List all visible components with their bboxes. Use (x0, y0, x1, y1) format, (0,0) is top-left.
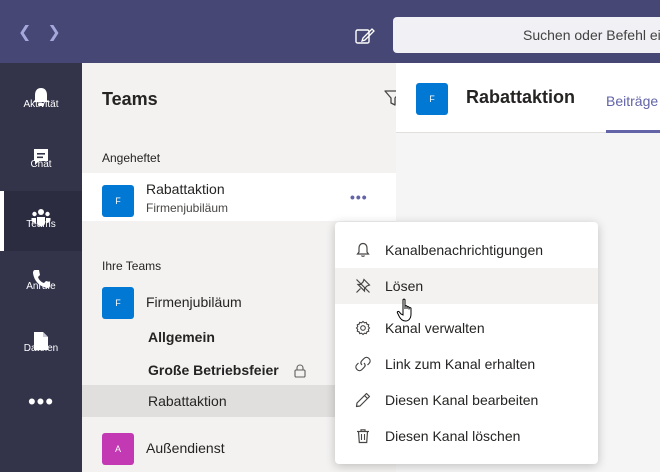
app-rail: Aktivität Chat Teams Anrufe Dateien ••• (0, 63, 82, 472)
your-teams-section-label: Ihre Teams (102, 259, 162, 273)
trash-icon (357, 429, 369, 444)
channel-title: Rabattaktion (466, 87, 576, 107)
rail-item-files[interactable]: Dateien (0, 315, 82, 375)
chat-icon (0, 131, 82, 165)
rail-item-label: Chat (30, 159, 52, 170)
menu-item-edit-channel[interactable]: Diesen Kanal bearbeiten (335, 382, 598, 418)
channel-name: Rabattaktion (148, 393, 227, 409)
gear-icon (355, 320, 371, 336)
panel-title: Teams (102, 89, 158, 109)
rail-item-teams[interactable]: Teams (0, 191, 82, 251)
teams-icon (0, 191, 82, 226)
active-tab-indicator (606, 130, 660, 133)
pinned-channel-item[interactable]: F Rabattaktion Firmenjubiläum ••• (82, 173, 396, 221)
compose-icon[interactable] (355, 27, 375, 45)
pinned-channel-team: Firmenjubiläum (146, 201, 229, 215)
pinned-channel-name: Rabattaktion (146, 181, 225, 197)
menu-item-manage-channel[interactable]: Kanal verwalten (335, 310, 598, 346)
menu-item-delete-channel[interactable]: Diesen Kanal löschen (335, 418, 598, 454)
bell-icon (356, 242, 370, 257)
bell-icon (0, 71, 82, 106)
menu-item-get-link[interactable]: Link zum Kanal erhalten (335, 346, 598, 382)
menu-item-channel-notifications[interactable]: Kanalbenachrichtigungen (335, 232, 598, 268)
panel-header: Teams (82, 63, 396, 127)
file-icon (0, 315, 82, 350)
team-avatar: F (102, 287, 134, 319)
pencil-icon (355, 392, 371, 408)
more-options-button[interactable]: ••• (350, 189, 368, 205)
link-icon (355, 356, 371, 372)
chevron-left-icon[interactable]: ❮ (18, 22, 31, 42)
menu-item-label: Link zum Kanal erhalten (385, 356, 536, 372)
channel-avatar: F (416, 83, 448, 115)
rail-item-activity[interactable]: Aktivität (0, 71, 82, 131)
channel-context-menu: Kanalbenachrichtigungen Lösen Kanal verw… (335, 222, 598, 464)
tab-posts[interactable]: Beiträge (606, 93, 658, 109)
more-apps-button[interactable]: ••• (0, 391, 82, 425)
rail-item-chat[interactable]: Chat (0, 131, 82, 191)
rail-item-label: Teams (26, 219, 56, 230)
channel-name: Große Betriebsfeier (148, 362, 279, 378)
pinned-section-label: Angeheftet (102, 151, 161, 165)
unpin-icon (356, 278, 371, 293)
search-input[interactable] (393, 17, 660, 53)
menu-item-label: Diesen Kanal bearbeiten (385, 392, 539, 408)
channel-name: Allgemein (148, 329, 215, 345)
history-navigation: ❮ ❯ (18, 22, 61, 42)
team-name: Firmenjubiläum (146, 294, 242, 310)
menu-item-label: Lösen (385, 278, 424, 294)
rail-item-label: Aktivität (23, 99, 59, 110)
lock-icon (294, 364, 306, 378)
menu-item-label: Diesen Kanal löschen (385, 428, 521, 444)
team-avatar: A (102, 433, 134, 465)
chevron-right-icon[interactable]: ❯ (47, 22, 60, 42)
rail-item-label: Anrufe (26, 281, 56, 292)
team-name: Außendienst (146, 440, 225, 456)
team-avatar: F (102, 185, 134, 217)
rail-item-calls[interactable]: Anrufe (0, 253, 82, 313)
menu-item-label: Kanalbenachrichtigungen (385, 242, 544, 258)
hand-cursor-icon (396, 298, 412, 322)
channel-header: F Rabattaktion Beiträge (396, 63, 660, 133)
search-box[interactable] (393, 17, 660, 53)
menu-item-unpin[interactable]: Lösen (335, 268, 598, 304)
rail-item-label: Dateien (23, 343, 59, 354)
phone-icon (0, 253, 82, 288)
title-bar: ❮ ❯ (0, 0, 660, 63)
